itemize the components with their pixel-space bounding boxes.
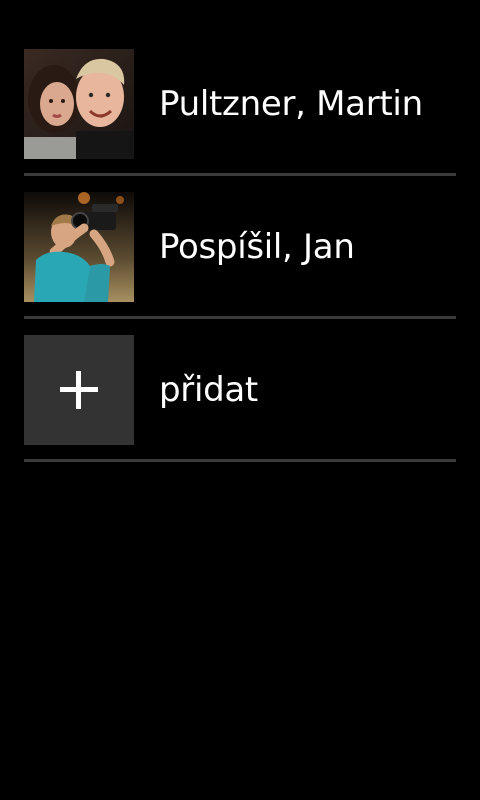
divider [24,173,456,176]
couple-selfie-photo-icon [24,49,134,159]
add-tile [24,335,134,445]
contact-name: Pospíšil, Jan [159,227,355,267]
contact-photo [24,192,134,302]
contact-item-pospisil-jan[interactable]: Pospíšil, Jan [24,192,456,302]
person-with-camera-photo-icon [24,192,134,302]
divider [24,459,456,462]
contact-name: Pultzner, Martin [159,84,423,124]
contact-list: Pultzner, Martin Pospíšil, Jan přidat [24,49,456,478]
contact-item-pultzner-martin[interactable]: Pultzner, Martin [24,49,456,159]
divider [24,316,456,319]
add-label: přidat [159,370,258,410]
add-contact-button[interactable]: přidat [24,335,456,445]
plus-icon [60,371,98,409]
contact-photo [24,49,134,159]
